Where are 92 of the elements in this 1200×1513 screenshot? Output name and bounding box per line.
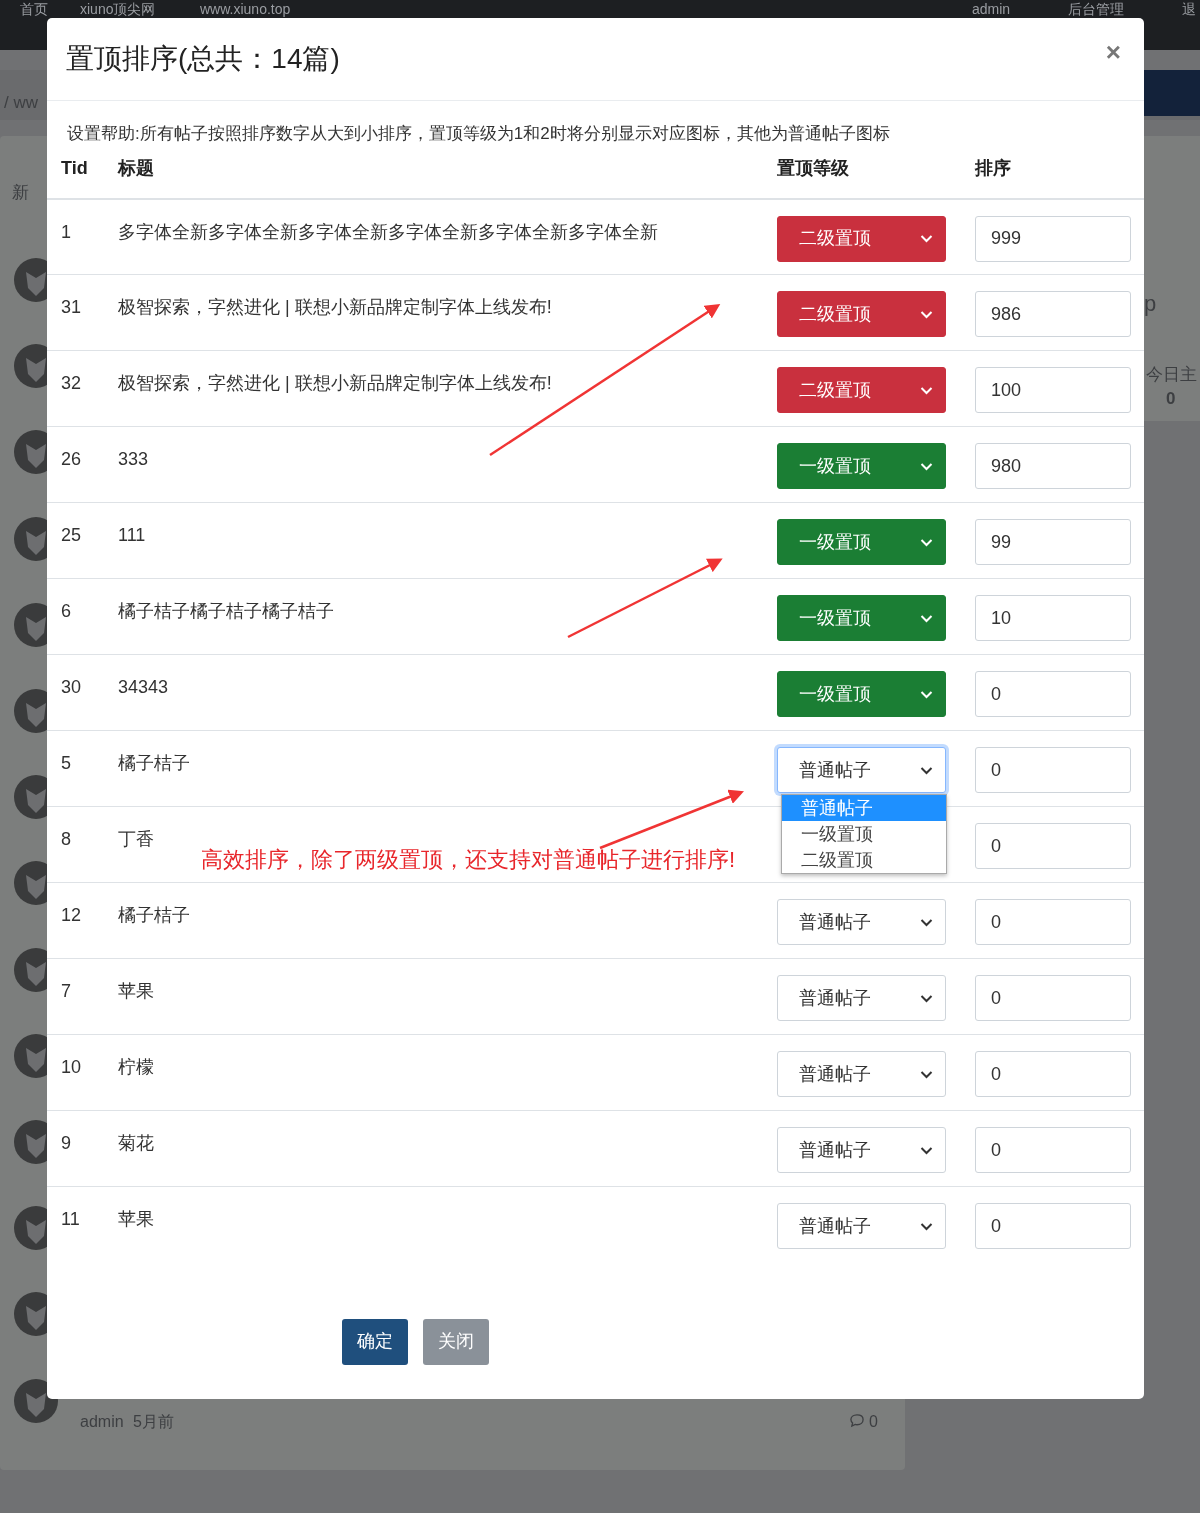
post-title: 34343	[118, 676, 169, 699]
post-title: 111	[118, 524, 146, 547]
column-header: 标题	[118, 157, 154, 178]
caret-icon	[920, 1069, 933, 1079]
tid-text: 1	[61, 220, 71, 244]
sort-input[interactable]: 100	[975, 367, 1131, 413]
stat-value: 0	[1166, 388, 1176, 410]
sort-input[interactable]: 980	[975, 443, 1131, 489]
sort-input[interactable]: 0	[975, 747, 1131, 793]
nav-link[interactable]: 首页	[20, 2, 48, 16]
tid-text: 25	[61, 524, 82, 547]
level-select[interactable]: 普通帖子	[777, 899, 946, 945]
sort-input[interactable]: 0	[975, 1127, 1131, 1173]
logout-link[interactable]: 退	[1182, 2, 1196, 16]
confirm-button[interactable]: 确定	[342, 1318, 408, 1365]
close-button[interactable]: ×	[1101, 39, 1125, 65]
sort-input[interactable]: 0	[975, 1051, 1131, 1097]
caret-icon	[920, 765, 933, 775]
help-text: 设置帮助:所有帖子按照排序数字从大到小排序，置顶等级为1和2时将分别显示对应图标，其他为普通帖子图标	[66, 123, 891, 145]
dropdown-option[interactable]: 一级置顶	[782, 821, 946, 847]
level-select[interactable]: 普通帖子	[777, 1051, 946, 1097]
sort-input[interactable]: 99	[975, 519, 1131, 565]
annotation-text: 高效排序，除了两级置顶，还支持对普通帖子进行排序!	[201, 846, 736, 874]
sort-input[interactable]: 986	[975, 291, 1131, 337]
tid-text: 32	[61, 372, 82, 395]
caret-icon	[920, 993, 933, 1003]
tid-text: 8	[61, 828, 71, 851]
caret-icon	[920, 234, 933, 243]
heading-text: p	[1144, 290, 1157, 318]
post-title: 橘子桔子	[118, 904, 190, 927]
caret-icon	[920, 1221, 933, 1231]
column-header: Tid	[61, 157, 88, 178]
post-time: 5月前	[133, 1412, 174, 1432]
post-title: 橘子桔子	[118, 752, 190, 775]
level-select[interactable]: 一级置顶	[777, 519, 946, 565]
post-title: 苹果	[118, 1208, 154, 1231]
sort-input[interactable]: 0	[975, 823, 1131, 869]
post-title: 极智探索，字然进化 | 联想小新品牌定制字体上线发布!	[118, 296, 552, 319]
tid-text: 30	[61, 676, 82, 699]
dropdown-option[interactable]: 二级置顶	[782, 847, 946, 873]
reply-count: 0	[869, 1412, 878, 1432]
post-title: 极智探索，字然进化 | 联想小新品牌定制字体上线发布!	[118, 372, 552, 395]
sort-input[interactable]: 999	[975, 215, 1131, 262]
tid-text: 12	[61, 904, 82, 927]
tid-text: 31	[61, 296, 82, 319]
level-select[interactable]: 普通帖子	[777, 975, 946, 1021]
comment-icon	[849, 1413, 865, 1428]
sort-input[interactable]: 0	[975, 975, 1131, 1021]
post-title: 苹果	[118, 980, 154, 1003]
tid-text: 11	[61, 1208, 80, 1231]
admin-link[interactable]: 后台管理	[1068, 2, 1124, 16]
post-title: 333	[118, 448, 149, 471]
post-title: 橘子桔子橘子桔子橘子桔子	[118, 600, 334, 623]
stat-label: 今日主	[1146, 364, 1197, 386]
level-select[interactable]: 普通帖子	[777, 1127, 946, 1173]
sort-input[interactable]: 10	[975, 595, 1131, 641]
user-name[interactable]: admin	[972, 2, 1011, 16]
level-select[interactable]: 普通帖子	[777, 1203, 946, 1249]
sort-input[interactable]: 0	[975, 899, 1131, 945]
caret-icon	[920, 461, 933, 471]
tid-text: 7	[61, 980, 71, 1003]
post-title: 柠檬	[118, 1056, 154, 1079]
post-title: 丁香	[118, 828, 154, 851]
modal-title: 置顶排序(总共：14篇)	[66, 42, 340, 76]
post-title: 菊花	[118, 1132, 154, 1155]
level-select[interactable]: 二级置顶	[777, 215, 946, 262]
tid-text: 9	[61, 1132, 71, 1155]
nav-link[interactable]: xiuno顶尖网	[80, 2, 156, 16]
tid-text: 26	[61, 448, 82, 471]
author-name: admin	[80, 1412, 124, 1432]
column-header: 排序	[975, 157, 1011, 178]
caret-icon	[920, 1145, 933, 1155]
nav-link[interactable]: www.xiuno.top	[200, 2, 291, 16]
caret-icon	[920, 613, 933, 623]
tid-text: 6	[61, 600, 71, 623]
level-select[interactable]: 一级置顶	[777, 595, 946, 641]
caret-icon	[920, 309, 933, 319]
sort-input[interactable]: 0	[975, 1203, 1131, 1249]
post-title: 多字体全新多字体全新多字体全新多字体全新多字体全新多字体全新	[118, 220, 658, 244]
caret-icon	[920, 689, 933, 699]
caret-icon	[920, 385, 933, 395]
level-select[interactable]: 一级置顶	[777, 443, 946, 489]
sort-input[interactable]: 0	[975, 671, 1131, 717]
tid-text: 5	[61, 752, 71, 775]
level-select[interactable]: 二级置顶	[777, 291, 946, 337]
caret-icon	[920, 917, 933, 927]
caret-icon	[920, 537, 933, 547]
column-header: 置顶等级	[777, 157, 849, 178]
level-select[interactable]: 一级置顶	[777, 671, 946, 717]
level-select[interactable]: 二级置顶	[777, 367, 946, 413]
header-bar	[1144, 70, 1200, 116]
tid-text: 10	[61, 1056, 82, 1079]
